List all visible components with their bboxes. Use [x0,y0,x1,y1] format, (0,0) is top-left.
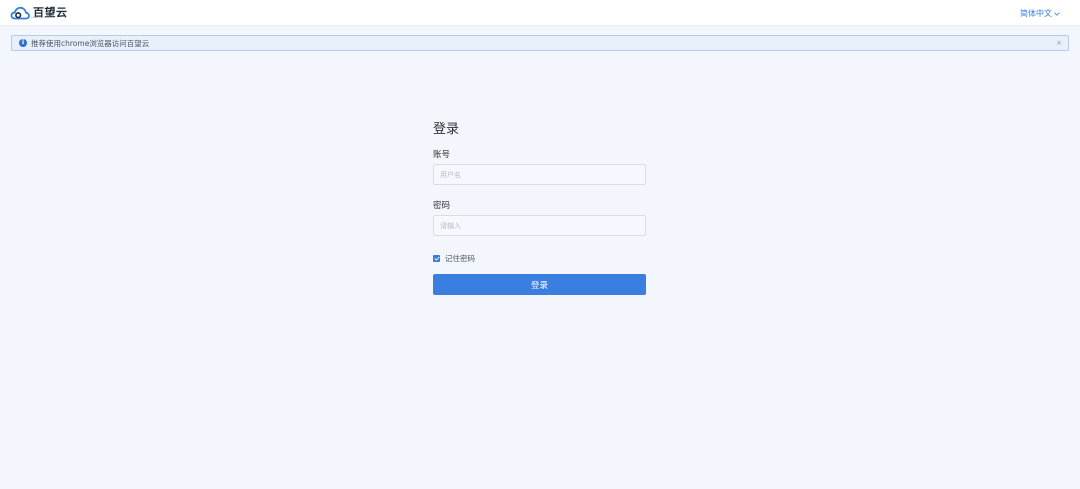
language-label: 简体中文 [1020,9,1052,18]
login-button[interactable]: 登录 [433,274,646,295]
password-input[interactable] [433,215,646,236]
notice-text: 推荐使用chrome浏览器访问百望云 [31,38,150,48]
brand-logo[interactable]: 百望云 BAIWANG CLOUD [10,5,68,21]
username-input[interactable] [433,164,646,185]
checkmark-icon[interactable] [433,255,440,262]
remember-password-checkbox[interactable]: 记住密码 [433,253,475,264]
remember-password-label: 记住密码 [445,254,475,263]
cloud-logo-icon [10,6,30,20]
browser-notice: i 推荐使用chrome浏览器访问百望云 × [11,35,1069,51]
password-label: 密码 [433,201,451,211]
brand-subtitle: BAIWANG CLOUD [31,17,51,19]
top-bar: 百望云 BAIWANG CLOUD 简体中文 [0,0,1080,26]
info-icon: i [19,39,27,47]
language-selector[interactable]: 简体中文 [1020,8,1060,19]
chevron-down-icon [1054,9,1060,18]
close-icon[interactable]: × [1056,39,1062,47]
account-label: 账号 [433,150,451,160]
login-title: 登录 [433,122,460,137]
